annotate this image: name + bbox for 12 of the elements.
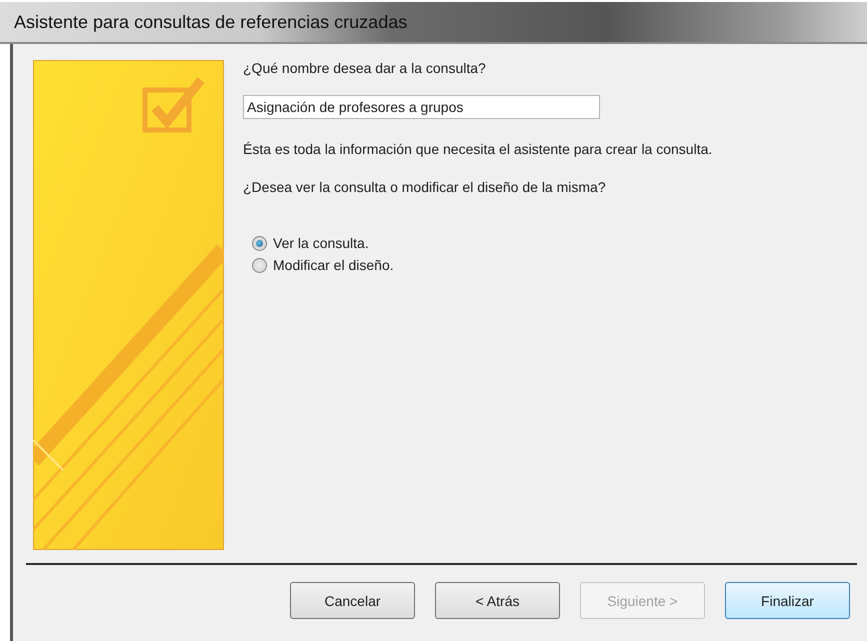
query-name-field[interactable]: Asignación de profesores a grupos — [243, 95, 600, 119]
radio-label[interactable]: Ver la consulta. — [273, 235, 369, 251]
wizard-button[interactable]: < Atrás — [435, 582, 560, 619]
name-prompt: ¿Qué nombre desea dar a la consulta? — [243, 60, 487, 76]
radio-button[interactable] — [252, 258, 267, 272]
window-title: Asistente para consultas de referencias cruzadas — [14, 12, 408, 32]
radio-button[interactable] — [252, 236, 267, 250]
info-text: Ésta es toda la información que necesita el asistente para crear la consulta. — [243, 141, 712, 157]
wizard-button[interactable]: Finalizar — [725, 582, 850, 619]
wizard-button[interactable]: Cancelar — [290, 582, 415, 619]
question-text: ¿Desea ver la consulta o modificar el diseño de la misma? — [243, 179, 607, 195]
radio-label[interactable]: Modificar el diseño. — [273, 257, 394, 273]
